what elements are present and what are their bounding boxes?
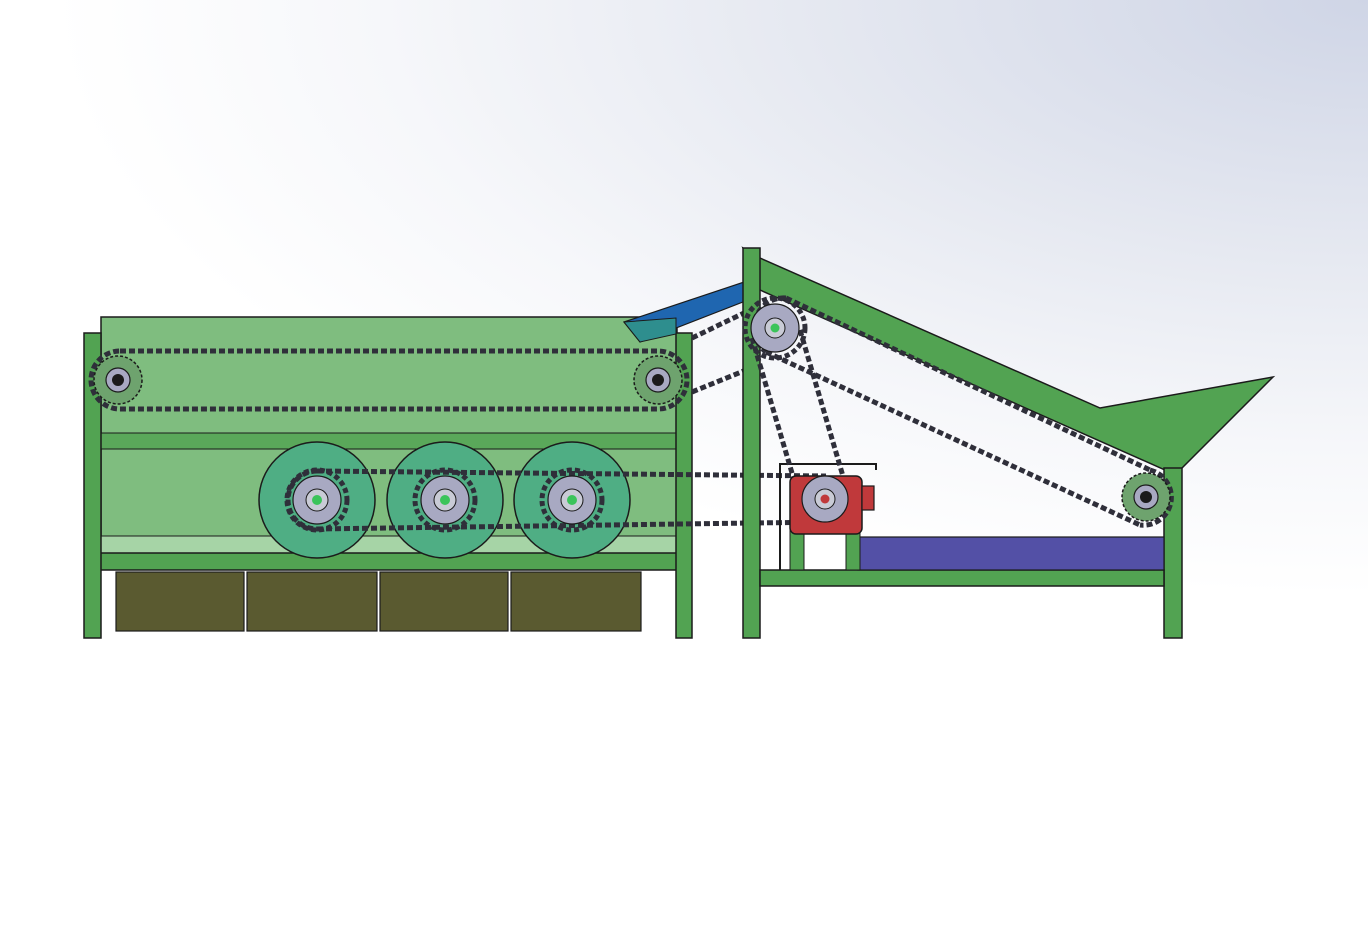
right-machine [741, 246, 1276, 639]
bin-4 [510, 571, 642, 632]
bin-2 [246, 571, 378, 632]
bin-1 [115, 571, 245, 632]
sprocket-icon [633, 355, 683, 405]
motor-support-right [845, 529, 861, 571]
motor-icon [789, 475, 875, 535]
machine-drawing [83, 246, 1276, 639]
link-chain-lower [691, 367, 747, 395]
motor-drive-chain [749, 329, 853, 501]
hopper-body [741, 246, 1276, 471]
cad-viewport [0, 0, 1368, 930]
sprocket-icon [93, 355, 143, 405]
collection-tray [857, 536, 1165, 571]
left-base-beam [84, 552, 692, 571]
motor-support-left [789, 529, 805, 571]
bin-3 [379, 571, 509, 632]
right-base-beam [759, 569, 1165, 587]
left-machine [83, 316, 827, 639]
sprocket-icon [1121, 472, 1171, 522]
